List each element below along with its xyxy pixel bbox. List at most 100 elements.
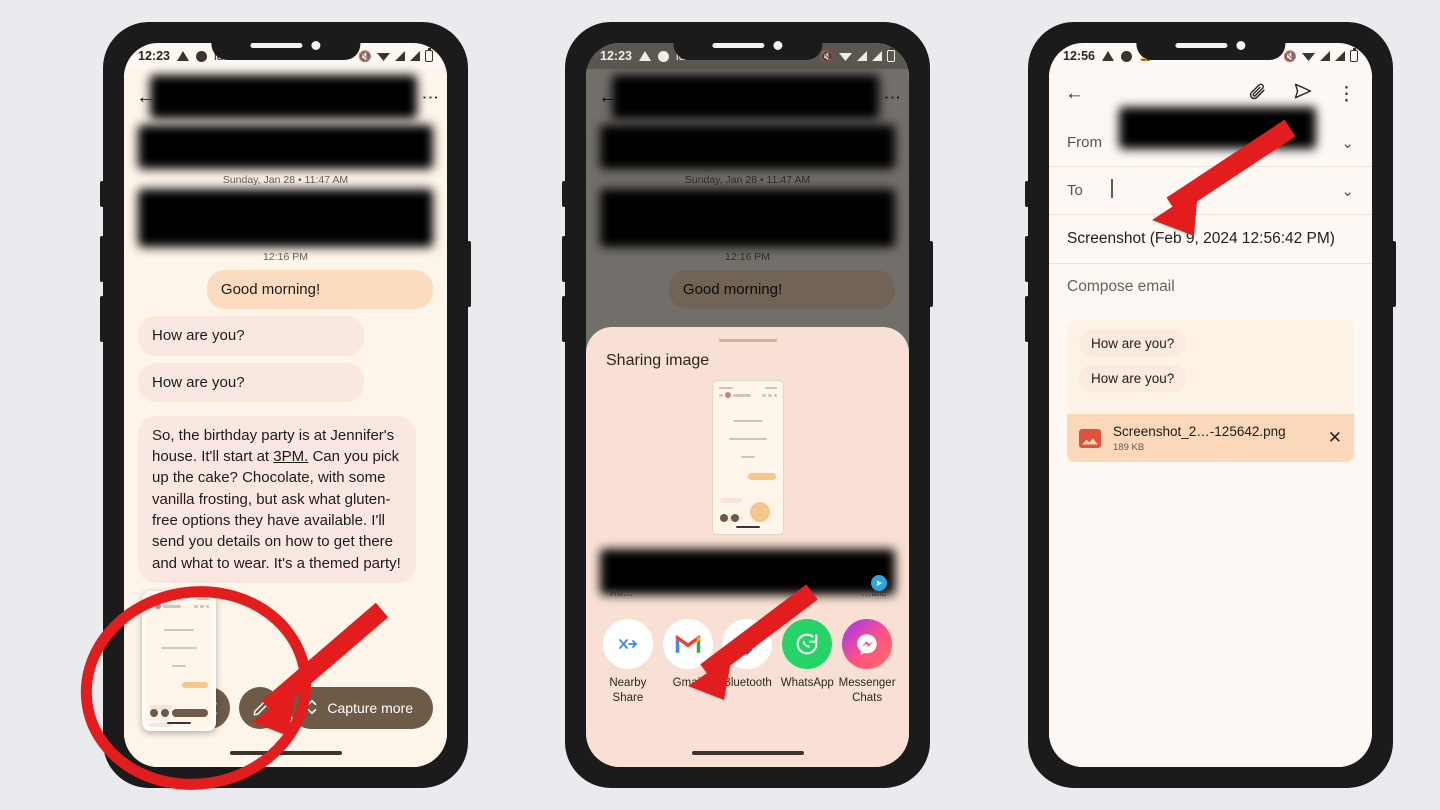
signal-icon — [1335, 51, 1345, 61]
phone-1-notch — [210, 30, 361, 60]
phone-2-volume-up — [562, 236, 566, 282]
phone-2-mute-switch — [562, 181, 566, 207]
phone-1-power-button — [467, 241, 471, 307]
to-input[interactable] — [1111, 179, 1341, 202]
message-bubble-outgoing[interactable]: Good morning! — [206, 270, 433, 310]
from-label: From — [1067, 134, 1102, 151]
home-indicator — [691, 751, 804, 755]
app-label: WhatsApp — [780, 677, 834, 690]
sheet-drag-handle[interactable] — [718, 339, 777, 343]
chevron-down-icon[interactable]: ⌄ — [1341, 134, 1354, 152]
phone-1-volume-up — [100, 236, 104, 282]
attachment-name: Screenshot_2…-125642.png — [1113, 424, 1286, 439]
compose-field-to[interactable]: To ⌄ — [1049, 167, 1372, 215]
phone-3-screen: 12:56 🔔 🔇 ← — [1049, 43, 1372, 767]
capture-more-label: Capture more — [327, 700, 413, 716]
phone-3-power-button — [1392, 241, 1396, 307]
text-cursor — [1111, 179, 1113, 198]
message-bubble-incoming[interactable]: How are you? — [138, 316, 365, 356]
share-apps-row: Nearby Share Gmail Bluetooth WhatsApp Me… — [586, 607, 909, 705]
messenger-icon — [842, 619, 893, 670]
share-contacts-row: Ro… ➤ …alie — [586, 545, 909, 607]
front-camera-icon — [1236, 40, 1246, 50]
status-time: 12:56 — [1063, 49, 1095, 63]
front-camera-icon — [773, 40, 783, 50]
compose-subject[interactable]: Screenshot (Feb 9, 2024 12:56:42 PM) — [1049, 215, 1372, 264]
redacted-contact-name — [150, 75, 417, 119]
preview-thumbnail — [715, 384, 780, 532]
share-target-nearby-share[interactable]: Nearby Share — [598, 619, 658, 705]
whatsapp-icon — [782, 619, 833, 670]
chevron-down-icon[interactable]: ⌄ — [1341, 182, 1354, 200]
share-target-gmail[interactable]: Gmail — [658, 619, 718, 705]
share-sheet-title: Sharing image — [606, 352, 710, 370]
signal-icon — [1320, 51, 1330, 61]
mute-icon: 🔇 — [1283, 50, 1297, 63]
phone-2-frame: 12:23 id 🔇 ← — [562, 22, 933, 788]
quoted-screenshot-preview: How are you? How are you? — [1067, 320, 1354, 414]
warning-triangle-icon — [638, 51, 651, 61]
wifi-icon — [377, 53, 390, 61]
home-indicator — [229, 751, 342, 755]
messages-conversation-dimmed: ← ⋮ Sunday, Jan 28 • 11:47 AM 12:16 PM G… — [586, 69, 909, 767]
phone-2-screen: 12:23 id 🔇 ← — [586, 43, 909, 767]
to-label: To — [1067, 182, 1083, 199]
capture-more-button[interactable]: Capture more — [290, 687, 433, 729]
message-bubble-incoming[interactable]: How are you? — [138, 362, 365, 402]
screenshot-thumbnail-card[interactable] — [142, 591, 216, 731]
quoted-bubble: How are you? — [1079, 330, 1187, 357]
android-share-sheet: Sharing image Ro… ➤ …alie Nearby Share G… — [586, 327, 909, 767]
gmail-compose-screen: ← ⋮ From ⌄ To ⌄ Screenshot (Feb 9, 2024 … — [1049, 69, 1372, 767]
more-vertical-icon[interactable]: ⋮ — [421, 89, 440, 106]
shared-image-preview[interactable] — [711, 380, 784, 536]
battery-icon — [425, 48, 433, 62]
gmail-icon — [662, 619, 713, 670]
app-label: Nearby Share — [609, 677, 647, 704]
more-vertical-icon[interactable]: ⋮ — [1337, 83, 1356, 106]
redacted-message — [600, 125, 895, 169]
phone-1-screen: 12:23 id 🔇 ← ⋮ — [124, 43, 447, 767]
phone-1-volume-down — [100, 296, 104, 342]
pencil-icon[interactable] — [239, 687, 282, 729]
contact-label: Ro… — [610, 588, 633, 600]
message-timestamp: 12:16 PM — [263, 251, 308, 263]
wifi-icon — [839, 53, 852, 61]
screenshot-stage: 12:23 id 🔇 ← ⋮ — [0, 0, 1440, 810]
close-icon[interactable]: ✕ — [1328, 428, 1342, 448]
earpiece-speaker — [1175, 42, 1228, 48]
attachment-size: 189 KB — [1113, 442, 1145, 453]
share-target-messenger[interactable]: Messenger Chats — [837, 619, 897, 705]
signal-icon — [872, 51, 882, 61]
share-target-whatsapp[interactable]: WhatsApp — [777, 619, 837, 705]
app-label: Bluetooth — [723, 677, 772, 690]
compose-body-placeholder[interactable]: Compose email — [1049, 264, 1372, 310]
quoted-bubble: How are you? — [1079, 365, 1187, 392]
expand-vertical-icon — [306, 699, 318, 718]
send-icon[interactable] — [1293, 81, 1313, 107]
mute-icon: 🔇 — [358, 50, 372, 63]
phone-3-mute-switch — [1025, 181, 1029, 207]
app-label: Messenger Chats — [838, 677, 896, 704]
paperclip-icon[interactable] — [1248, 82, 1267, 107]
phone-1-mute-switch — [100, 181, 104, 207]
phone-3-frame: 12:56 🔔 🔇 ← — [1025, 22, 1396, 788]
phone-3-volume-up — [1025, 236, 1029, 282]
back-arrow-icon[interactable]: ← — [136, 86, 156, 109]
redacted-message — [600, 189, 895, 247]
messages-conversation: ← ⋮ Sunday, Jan 28 • 11:47 AM 12:16 PM G… — [124, 69, 447, 767]
message-bubble-incoming-long[interactable]: So, the birthday party is at Jennifer's … — [138, 415, 416, 583]
attachment-chip[interactable]: Screenshot_2…-125642.png 189 KB ✕ — [1067, 414, 1354, 462]
battery-icon — [1350, 48, 1358, 62]
share-target-bluetooth[interactable]: Bluetooth — [718, 619, 778, 705]
redacted-from-address — [1119, 107, 1316, 149]
phone-3-notch — [1135, 30, 1286, 60]
circle-icon — [657, 50, 669, 62]
redacted-message — [138, 189, 433, 247]
app-label: Gmail — [672, 677, 703, 690]
mute-icon: 🔇 — [820, 50, 834, 63]
signal-icon — [857, 51, 867, 61]
conversation-header: ← ⋮ — [124, 69, 447, 125]
back-arrow-icon[interactable]: ← — [1065, 83, 1084, 105]
earpiece-speaker — [250, 42, 303, 48]
bluetooth-icon — [722, 619, 773, 670]
